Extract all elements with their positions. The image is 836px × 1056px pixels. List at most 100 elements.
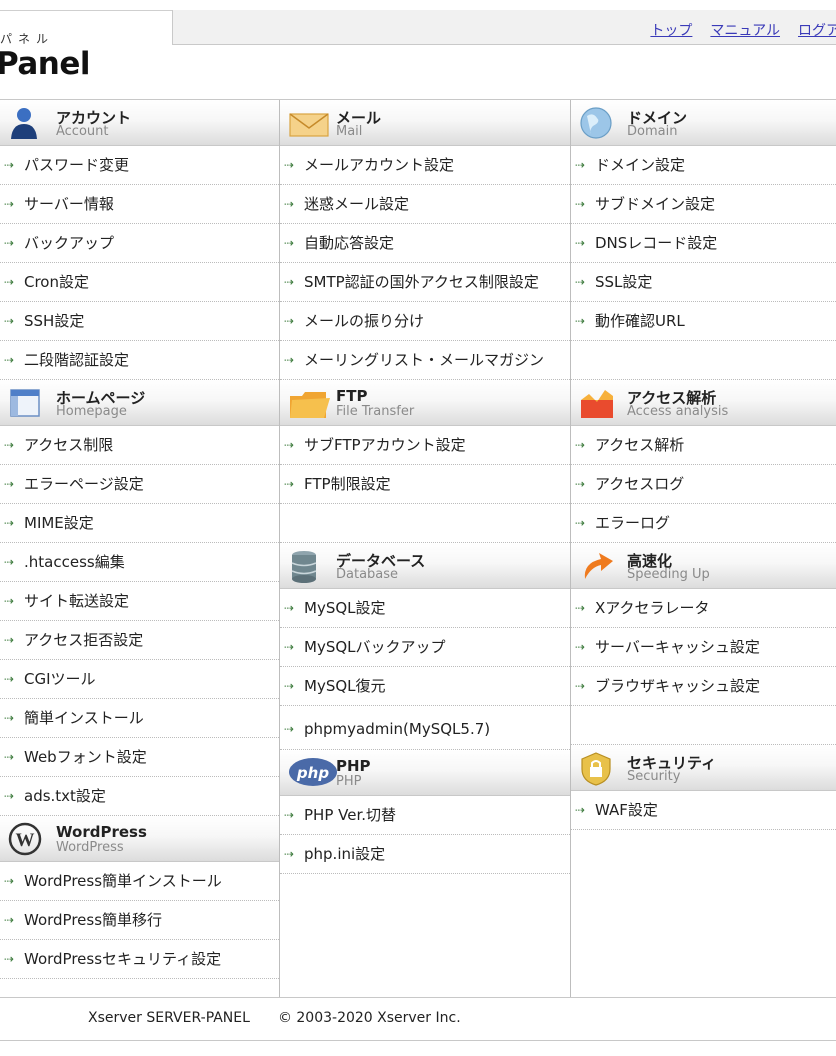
menu-item-speeding-up[interactable]: ⇢ サーバーキャッシュ設定 <box>571 628 836 667</box>
menu-item-ftp[interactable]: ⇢ サブFTPアカウント設定 <box>280 426 570 465</box>
empty-menu-cell <box>571 341 836 380</box>
section-header-php: php PHP PHP <box>280 750 570 796</box>
menu-column-2: メール Mail ⇢ メールアカウント設定 ⇢ 迷惑メール設定 ⇢ 自動応答設定 ⇢ SMTP認証… <box>280 100 571 998</box>
menu-item-php[interactable]: ⇢ PHP Ver.切替 <box>280 796 570 835</box>
menu-item-label: 自動応答設定 <box>304 234 395 252</box>
nav-logout-link[interactable]: ログアウト <box>798 23 836 39</box>
menu-item-access-analysis[interactable]: ⇢ アクセス解析 <box>571 426 836 465</box>
menu-item-database[interactable]: ⇢ MySQL復元 <box>280 667 570 706</box>
section-subtitle: Database <box>336 567 399 582</box>
menu-item-ftp[interactable]: ⇢ FTP制限設定 <box>280 465 570 504</box>
menu-item-php[interactable]: ⇢ php.ini設定 <box>280 835 570 874</box>
footer-copyright: © 2003-2020 Xserver Inc. <box>277 1010 461 1026</box>
menu-item-homepage[interactable]: ⇢ Webフォント設定 <box>0 738 279 777</box>
menu-item-label: Webフォント設定 <box>24 748 147 766</box>
menu-item-label: MIME設定 <box>24 514 94 532</box>
menu-item-mail[interactable]: ⇢ メールの振り分け <box>280 302 570 341</box>
section-subtitle: Account <box>56 124 109 139</box>
menu-item-label: ads.txt設定 <box>24 787 106 805</box>
nav-top-link[interactable]: トップ <box>650 23 692 39</box>
menu-item-label: アクセス解析 <box>595 436 685 454</box>
arrow-icon: ⇢ <box>284 679 295 693</box>
menu-item-account[interactable]: ⇢ パスワード変更 <box>0 146 279 185</box>
menu-item-label: 動作確認URL <box>595 312 685 330</box>
section-header-database: データベース Database <box>280 543 570 589</box>
menu-item-homepage[interactable]: ⇢ アクセス制限 <box>0 426 279 465</box>
section-header-account: アカウント Account <box>0 100 279 146</box>
menu-item-label: .htaccess編集 <box>24 553 125 571</box>
menu-item-homepage[interactable]: ⇢ MIME設定 <box>0 504 279 543</box>
menu-item-homepage[interactable]: ⇢ ads.txt設定 <box>0 777 279 816</box>
menu-item-speeding-up[interactable]: ⇢ ブラウザキャッシュ設定 <box>571 667 836 706</box>
section-title: FTP <box>336 387 368 405</box>
arrow-icon: ⇢ <box>284 601 295 615</box>
menu-item-speeding-up[interactable]: ⇢ Xアクセラレータ <box>571 589 836 628</box>
menu-item-domain[interactable]: ⇢ SSL設定 <box>571 263 836 302</box>
database-icon <box>288 549 320 583</box>
menu-item-label: エラーページ設定 <box>24 475 144 493</box>
menu-item-access-analysis[interactable]: ⇢ エラーログ <box>571 504 836 543</box>
menu-item-database[interactable]: ⇢ phpmyadmin(MySQL5.7) <box>280 706 570 750</box>
top-nav: トップ マニュアル ログアウト <box>632 20 836 40</box>
section-subtitle: Speeding Up <box>627 567 710 582</box>
menu-item-homepage[interactable]: ⇢ エラーページ設定 <box>0 465 279 504</box>
menu-item-mail[interactable]: ⇢ メールアカウント設定 <box>280 146 570 185</box>
menu-item-homepage[interactable]: ⇢ アクセス拒否設定 <box>0 621 279 660</box>
menu-item-label: Cron設定 <box>24 273 89 291</box>
menu-item-homepage[interactable]: ⇢ CGIツール <box>0 660 279 699</box>
menu-item-homepage[interactable]: ⇢ 簡単インストール <box>0 699 279 738</box>
menu-item-account[interactable]: ⇢ バックアップ <box>0 224 279 263</box>
menu-item-mail[interactable]: ⇢ 自動応答設定 <box>280 224 570 263</box>
menu-item-label: MySQLバックアップ <box>304 638 446 656</box>
menu-item-label: SMTP認証の国外アクセス制限設定 <box>304 273 539 291</box>
menu-item-label: SSH設定 <box>24 312 85 330</box>
menu-item-domain[interactable]: ⇢ DNSレコード設定 <box>571 224 836 263</box>
menu-item-mail[interactable]: ⇢ 迷惑メール設定 <box>280 185 570 224</box>
menu-item-access-analysis[interactable]: ⇢ アクセスログ <box>571 465 836 504</box>
menu-item-domain[interactable]: ⇢ 動作確認URL <box>571 302 836 341</box>
menu-item-label: サイト転送設定 <box>24 592 130 610</box>
arrow-icon: ⇢ <box>284 438 295 452</box>
menu-item-database[interactable]: ⇢ MySQL設定 <box>280 589 570 628</box>
logo-subtitle: パネル <box>0 32 55 46</box>
menu-item-account[interactable]: ⇢ Cron設定 <box>0 263 279 302</box>
section-header-ftp: FTP File Transfer <box>280 380 570 426</box>
arrow-icon: ⇢ <box>4 353 15 367</box>
header: パネル Panel トップ マニュアル ログアウト <box>0 0 836 100</box>
arrow-icon: ⇢ <box>4 750 15 764</box>
top-bar: トップ マニュアル ログアウト <box>172 10 836 45</box>
arrow-icon: ⇢ <box>284 808 295 822</box>
menu-item-wordpress[interactable]: ⇢ WordPress簡単移行 <box>0 901 279 940</box>
menu-item-database[interactable]: ⇢ MySQLバックアップ <box>280 628 570 667</box>
menu-item-wordpress[interactable]: ⇢ WordPress簡単インストール <box>0 862 279 901</box>
arrow-icon: ⇢ <box>4 555 15 569</box>
menu-item-label: DNSレコード設定 <box>595 234 718 252</box>
section-header-homepage: ホームページ Homepage <box>0 380 279 426</box>
menu-item-mail[interactable]: ⇢ SMTP認証の国外アクセス制限設定 <box>280 263 570 302</box>
menu-item-homepage[interactable]: ⇢ .htaccess編集 <box>0 543 279 582</box>
mail-icon <box>288 106 329 140</box>
menu-item-label: MySQL設定 <box>304 599 386 617</box>
menu-item-label: FTP制限設定 <box>304 475 391 493</box>
section-subtitle: PHP <box>336 774 362 789</box>
empty-menu-cell <box>280 504 570 543</box>
menu-item-wordpress[interactable]: ⇢ WordPressセキュリティ設定 <box>0 940 279 979</box>
menu-item-label: アクセス拒否設定 <box>24 631 144 649</box>
menu-item-account[interactable]: ⇢ 二段階認証設定 <box>0 341 279 380</box>
arrow-icon: ⇢ <box>4 633 15 647</box>
menu-item-security[interactable]: ⇢ WAF設定 <box>571 791 836 830</box>
nav-manual-link[interactable]: マニュアル <box>710 23 780 39</box>
menu-item-homepage[interactable]: ⇢ サイト転送設定 <box>0 582 279 621</box>
svg-text:php: php <box>296 764 329 782</box>
menu-item-domain[interactable]: ⇢ サブドメイン設定 <box>571 185 836 224</box>
menu-item-account[interactable]: ⇢ SSH設定 <box>0 302 279 341</box>
menu-item-label: PHP Ver.切替 <box>304 806 397 824</box>
ftp-folder-icon <box>288 386 330 420</box>
arrow-icon: ⇢ <box>284 847 295 861</box>
arrow-icon: ⇢ <box>4 275 15 289</box>
menu-item-domain[interactable]: ⇢ ドメイン設定 <box>571 146 836 185</box>
menu-item-account[interactable]: ⇢ サーバー情報 <box>0 185 279 224</box>
arrow-icon: ⇢ <box>575 438 586 452</box>
menu-item-mail[interactable]: ⇢ メーリングリスト・メールマガジン <box>280 341 570 380</box>
menu-grid: アカウント Account ⇢ パスワード変更 ⇢ サーバー情報 ⇢ バックアップ ⇢ Cron設… <box>0 99 836 998</box>
